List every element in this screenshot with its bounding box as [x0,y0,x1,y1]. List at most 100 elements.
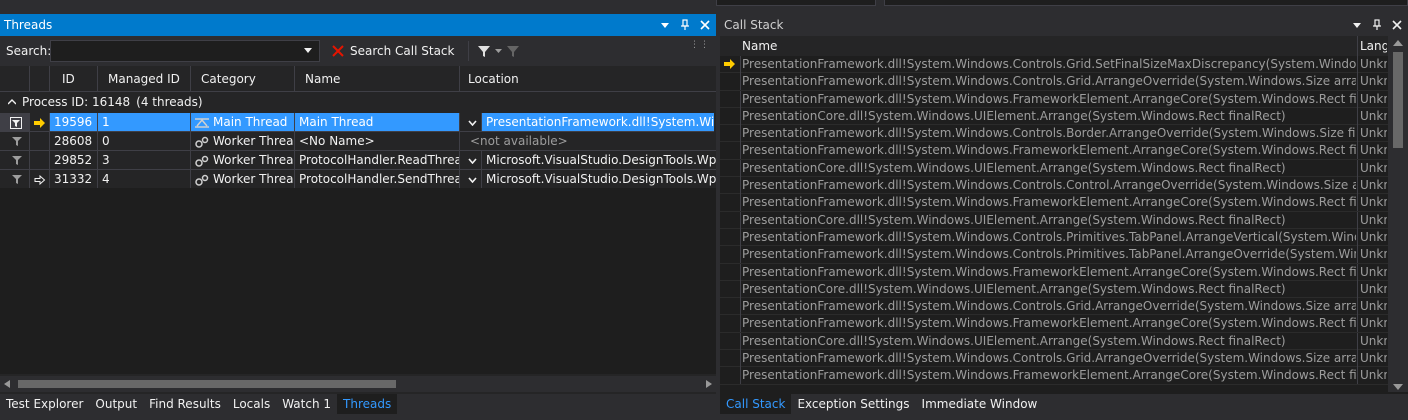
category-cell: Main Thread [191,113,295,132]
column-header-id[interactable]: ID [50,66,98,92]
scroll-right-icon[interactable] [706,380,712,388]
tab-threads[interactable]: Threads [337,394,398,414]
call-stack-row[interactable]: PresentationFramework.dll!System.Windows… [720,246,1388,264]
thread-row[interactable]: 19596 1 Main Thread Main Thread Presenta… [0,113,716,132]
call-stack-row[interactable]: PresentationFramework.dll!System.Windows… [720,298,1388,316]
flag-icon[interactable] [12,174,22,185]
tab-find-results[interactable]: Find Results [143,394,227,414]
flag-cell[interactable] [0,113,30,132]
column-header-name[interactable]: Name [742,39,777,53]
call-stack-row[interactable]: PresentationFramework.dll!System.Windows… [720,315,1388,333]
flag-column-header[interactable] [0,66,30,92]
search-box[interactable] [50,40,320,62]
worker-thread-gears-icon [195,136,209,148]
vertical-scrollbar[interactable] [1388,36,1408,392]
chevron-down-icon[interactable] [495,48,503,54]
call-stack-row[interactable]: PresentationCore.dll!System.Windows.UIEl… [720,332,1388,351]
location-expander[interactable] [460,113,482,132]
call-stack-row[interactable]: PresentationFramework.dll!System.Windows… [720,125,1388,143]
call-stack-row[interactable]: PresentationFramework.dll!System.Windows… [720,367,1388,385]
search-input[interactable] [51,41,291,61]
tab-watch-1[interactable]: Watch 1 [276,394,337,414]
top-strip-box [716,0,876,6]
flag-icon[interactable] [12,136,22,147]
thread-name: ProtocolHandler.SendThread [295,170,460,189]
tab-immediate-window[interactable]: Immediate Window [916,394,1044,414]
call-stack-row[interactable]: PresentationFramework.dll!System.Windows… [720,263,1388,281]
call-stack-titlebar[interactable]: Call Stack [720,14,1408,36]
horizontal-scrollbar[interactable] [0,376,716,392]
column-header-location[interactable]: Location [460,66,716,92]
scroll-down-icon[interactable] [1393,384,1403,390]
call-stack-row[interactable]: PresentationFramework.dll!System.Windows… [720,90,1388,108]
column-header-name[interactable]: Name [295,66,460,92]
category-cell: Worker Thread [191,151,295,170]
thread-row[interactable]: 31332 4 Worker Thread ProtocolHandler.Se… [0,170,716,189]
arrow-column-header[interactable] [30,66,50,92]
call-stack-row[interactable]: PresentationFramework.dll!System.Windows… [720,56,1388,74]
thread-id: 31332 [50,170,98,189]
frame-lang: Unkn [1357,107,1387,125]
call-stack-row[interactable]: PresentationFramework.dll!System.Windows… [720,142,1388,160]
location-expander[interactable] [460,151,482,170]
chevron-down-icon[interactable] [468,176,477,183]
call-stack-row[interactable]: PresentationCore.dll!System.Windows.UIEl… [720,107,1388,126]
call-stack-row[interactable]: PresentationCore.dll!System.Windows.UIEl… [720,280,1388,299]
pin-icon[interactable] [1370,18,1384,32]
tab-locals[interactable]: Locals [227,394,276,414]
filter-funnel-icon[interactable] [477,44,491,58]
thread-row[interactable]: 29852 3 Worker Thread ProtocolHandler.Re… [0,151,716,170]
filter-disabled-icon[interactable] [506,44,520,58]
scroll-up-icon[interactable] [1393,40,1403,46]
flag-icon[interactable] [10,116,22,129]
frame-name: PresentationCore.dll!System.Windows.UIEl… [740,107,1356,125]
tab-call-stack[interactable]: Call Stack [720,394,792,414]
scroll-left-icon[interactable] [4,380,10,388]
flag-icon[interactable] [12,155,22,166]
frame-name: PresentationFramework.dll!System.Windows… [740,142,1356,160]
call-stack-row[interactable]: PresentationFramework.dll!System.Windows… [720,73,1388,91]
chevron-down-icon[interactable] [468,157,477,164]
dropdown-icon[interactable] [658,18,672,32]
search-call-stack-label: Search Call Stack [350,44,455,58]
thread-location: Microsoft.VisualStudio.DesignTools.WpfTa… [482,151,716,170]
location-expander[interactable] [460,170,482,189]
horizontal-scroll-thumb[interactable] [18,380,396,388]
thread-row[interactable]: 28608 0 Worker Thread <No Name> <not ava… [0,132,716,151]
search-call-stack-button[interactable]: Search Call Stack [328,40,458,62]
flag-cell[interactable] [0,170,30,189]
dropdown-icon[interactable] [1350,18,1364,32]
call-stack-row[interactable]: PresentationFramework.dll!System.Windows… [720,194,1388,212]
frame-name: PresentationCore.dll!System.Windows.UIEl… [740,159,1356,177]
vertical-scroll-thumb[interactable] [1393,52,1403,148]
call-stack-row[interactable]: PresentationCore.dll!System.Windows.UIEl… [720,159,1388,178]
current-cell [30,151,50,170]
close-icon[interactable] [698,18,712,32]
tab-exception-settings[interactable]: Exception Settings [791,394,915,414]
chevron-down-icon[interactable] [468,119,477,126]
column-header-managed-id[interactable]: Managed ID [98,66,191,92]
call-stack-row[interactable]: PresentationCore.dll!System.Windows.UIEl… [720,211,1388,229]
call-stack-row[interactable]: PresentationFramework.dll!System.Windows… [720,177,1388,195]
yellow-arrow-icon [724,59,736,69]
thread-id: 29852 [50,151,98,170]
current-cell [30,113,50,132]
worker-thread-gears-icon [195,174,209,186]
call-stack-row[interactable]: PresentationFramework.dll!System.Windows… [720,228,1388,247]
column-header-lang[interactable]: Lang [1357,36,1387,56]
tab-test-explorer[interactable]: Test Explorer [0,394,89,414]
column-header-category[interactable]: Category [191,66,295,92]
flag-cell[interactable] [0,132,30,151]
close-icon[interactable] [1390,18,1404,32]
chevron-down-icon[interactable] [297,41,319,61]
process-group-row[interactable]: Process ID: 16148 (4 threads) [0,92,716,112]
frame-lang: Unkn [1357,159,1387,177]
frame-name: PresentationFramework.dll!System.Windows… [740,350,1356,368]
frame-lang: Unkn [1357,332,1387,350]
pin-icon[interactable] [678,18,692,32]
call-stack-row[interactable]: PresentationFramework.dll!System.Windows… [720,350,1388,368]
collapse-icon[interactable] [8,99,16,105]
tab-output[interactable]: Output [89,394,143,414]
flag-cell[interactable] [0,151,30,170]
threads-titlebar[interactable]: Threads [0,14,716,36]
